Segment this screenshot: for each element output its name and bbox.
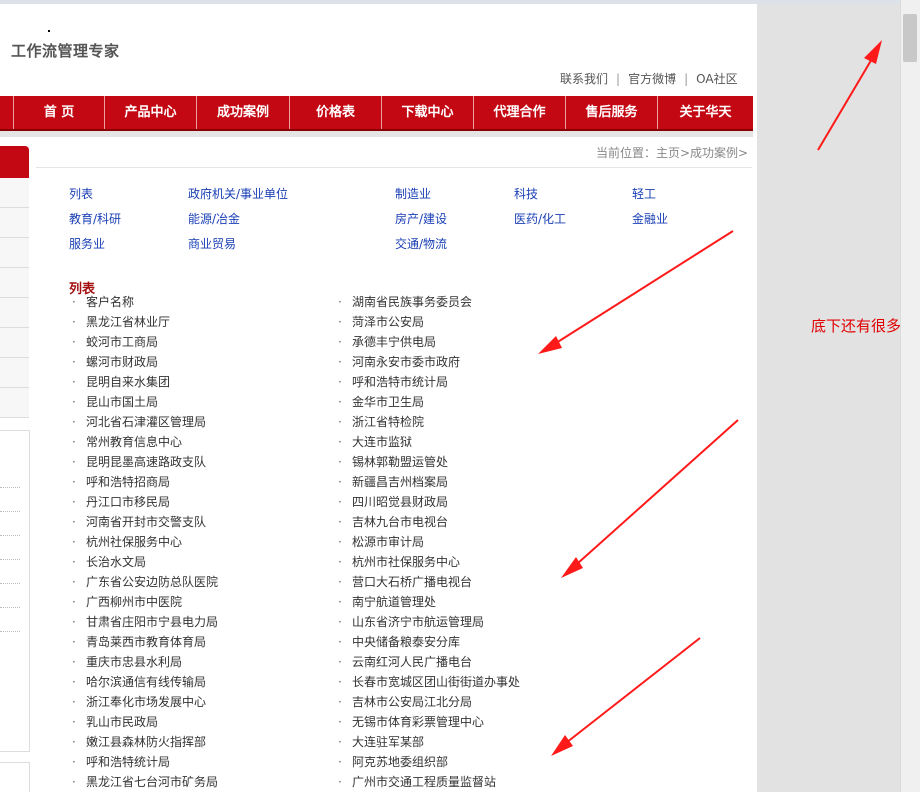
arrow-line: [556, 637, 701, 751]
arrow-line: [817, 51, 877, 151]
arrowhead: [551, 735, 573, 756]
annotation-arrows: [538, 40, 882, 756]
arrowhead: [864, 40, 882, 64]
arrow-line: [544, 230, 734, 351]
arrowhead: [538, 336, 562, 354]
arrowhead: [561, 557, 583, 578]
arrow-line: [567, 419, 739, 573]
